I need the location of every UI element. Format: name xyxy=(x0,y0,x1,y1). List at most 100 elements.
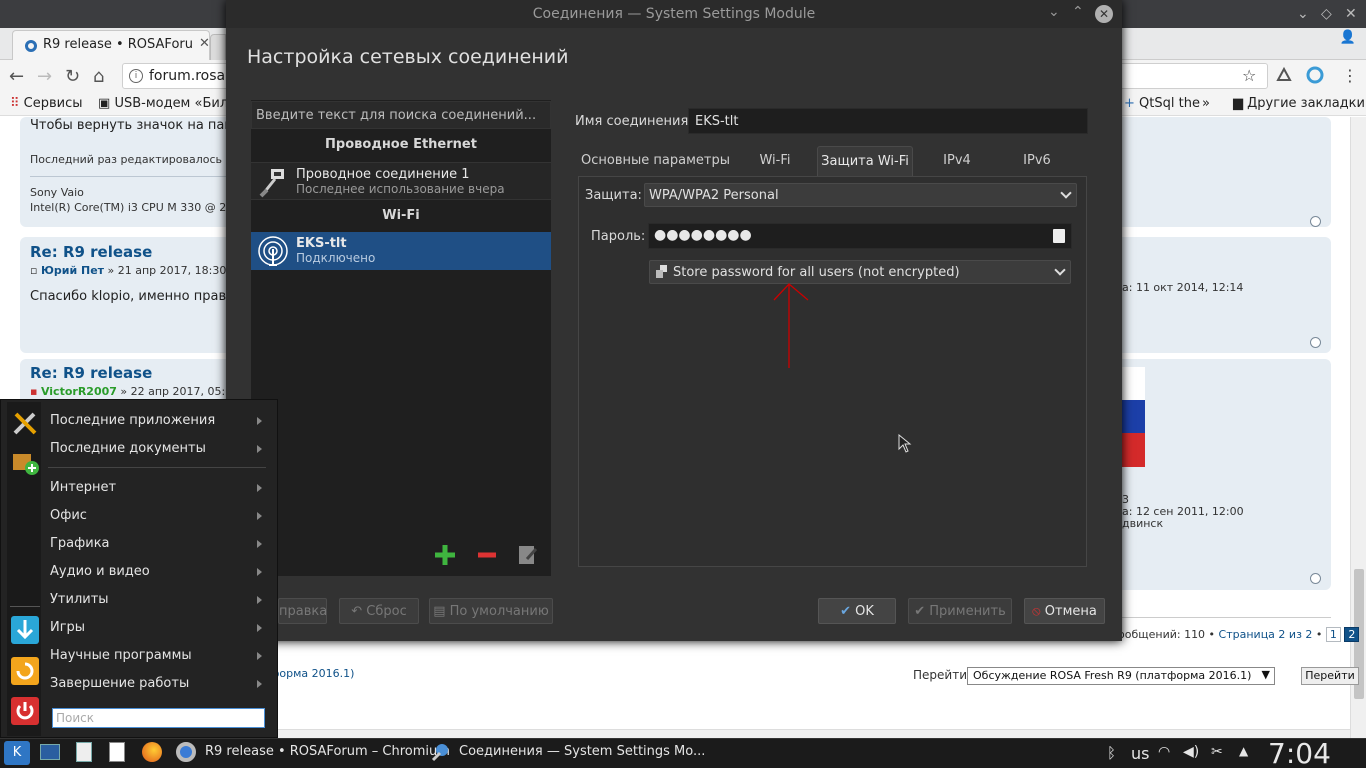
download-icon[interactable] xyxy=(10,615,40,645)
chromium-icon[interactable] xyxy=(176,742,196,762)
back-to-top-icon[interactable] xyxy=(1310,337,1321,348)
connection-name-label: Имя соединения: xyxy=(575,114,693,129)
back-to-top-icon[interactable] xyxy=(1310,216,1321,227)
minimize-icon[interactable]: ⌄ xyxy=(1297,6,1309,22)
settings-tools-icon[interactable] xyxy=(10,408,40,438)
bookmark-other[interactable]: ▆ Другие закладки xyxy=(1233,96,1365,111)
dropdown-arrow-icon: ▼ xyxy=(1261,668,1270,681)
extension-icon[interactable] xyxy=(1275,66,1293,84)
password-input[interactable]: ●●●●●●●● xyxy=(648,223,1072,249)
update-icon[interactable] xyxy=(10,656,40,686)
firefox-icon[interactable] xyxy=(142,742,162,762)
menu-item-science[interactable]: Научные программы xyxy=(50,648,192,663)
bookmarks-more[interactable]: » xyxy=(1202,96,1210,111)
tab-wifi-security[interactable]: Защита Wi-Fi xyxy=(817,146,913,176)
defaults-button[interactable]: ▤ По умолчанию xyxy=(429,598,553,624)
tab-ipv4[interactable]: IPv4 xyxy=(918,146,996,176)
user-icon[interactable]: 👤 xyxy=(1336,30,1360,52)
bluetooth-icon[interactable]: ᛒ xyxy=(1107,744,1116,762)
file-manager-icon[interactable] xyxy=(76,742,92,762)
profile-info: а: 11 окт 2014, 12:14 xyxy=(1122,281,1244,294)
dialog-minimize-icon[interactable]: ⌄ xyxy=(1048,4,1060,20)
cancel-button[interactable]: ⦸ Отмена xyxy=(1024,598,1105,624)
connection-name-input[interactable]: EKS-tlt xyxy=(688,108,1088,134)
show-password-icon[interactable] xyxy=(1053,229,1065,243)
reset-button[interactable]: ↶ Сброс xyxy=(339,598,419,624)
goto-select[interactable]: Обсуждение ROSA Fresh R9 (платформа 2016… xyxy=(967,667,1275,685)
chevron-down-icon xyxy=(1054,264,1066,276)
password-storage-select[interactable]: Store password for all users (not encryp… xyxy=(649,260,1071,284)
ok-button[interactable]: ✔ OK xyxy=(818,598,896,624)
menu-item-recent-docs[interactable]: Последние документы xyxy=(50,441,206,456)
browser-tab-active[interactable]: R9 release • ROSAForu ✕ xyxy=(12,30,210,60)
power-icon[interactable] xyxy=(10,696,40,726)
maximize-icon[interactable]: ◇ xyxy=(1321,6,1332,22)
edit-connection-button[interactable] xyxy=(515,541,539,569)
menu-item-recent-apps[interactable]: Последние приложения xyxy=(50,413,215,428)
tab-close-icon[interactable]: ✕ xyxy=(199,36,209,51)
menu-search-input[interactable]: Поиск xyxy=(52,708,265,728)
help-button[interactable]: правка xyxy=(278,598,327,624)
connection-item-wifi[interactable]: EKS-tlt Подключено xyxy=(251,232,551,270)
clock[interactable]: 7:04 xyxy=(1268,737,1331,768)
menu-item-office[interactable]: Офис xyxy=(50,508,87,523)
info-icon[interactable]: i xyxy=(129,69,143,83)
add-connection-button[interactable] xyxy=(431,541,459,569)
page-scrollbar[interactable] xyxy=(1350,117,1366,738)
software-install-icon[interactable] xyxy=(10,448,40,478)
desktop-icon[interactable] xyxy=(40,744,60,760)
volume-icon[interactable]: ◀) xyxy=(1183,744,1199,760)
post-title[interactable]: Re: R9 release xyxy=(30,364,152,382)
bookmark-star-icon[interactable]: ☆ xyxy=(1242,66,1256,85)
wifi-icon xyxy=(258,236,288,266)
menu-item-utilities[interactable]: Утилиты xyxy=(50,592,109,607)
kde-launcher-icon[interactable]: K xyxy=(4,741,30,765)
text-editor-icon[interactable] xyxy=(109,742,125,762)
keyboard-layout[interactable]: us xyxy=(1131,744,1149,763)
home-icon[interactable]: ⌂ xyxy=(93,66,104,87)
connection-item-wired[interactable]: Проводное соединение 1 Последнее использ… xyxy=(251,162,551,200)
connection-search-input[interactable]: Введите текст для поиска соединений... xyxy=(251,101,551,129)
reload-icon[interactable]: ↻ xyxy=(65,66,80,87)
tray-expand-icon[interactable]: ▲ xyxy=(1239,744,1248,758)
close-icon[interactable]: ✕ xyxy=(1345,6,1357,22)
back-to-top-icon[interactable] xyxy=(1310,573,1321,584)
bookmark-qtsql[interactable]: + QtSql the xyxy=(1124,96,1200,111)
dialog-titlebar: Соединения — System Settings Module xyxy=(226,0,1122,28)
menu-item-multimedia[interactable]: Аудио и видео xyxy=(50,564,150,579)
bookmark-usb-modem[interactable]: ▣ USB-модем «Била xyxy=(98,96,236,111)
extension2-icon[interactable] xyxy=(1306,66,1324,84)
tab-ipv6[interactable]: IPv6 xyxy=(1002,146,1072,176)
back-icon[interactable]: ← xyxy=(9,66,24,87)
task-chromium[interactable]: R9 release • ROSAForum – Chromium xyxy=(205,744,450,759)
network-settings-icon[interactable] xyxy=(430,742,450,762)
menu-dots-icon[interactable]: ⋮ xyxy=(1342,66,1358,85)
security-select[interactable]: WPA/WPA2 Personal xyxy=(644,183,1077,207)
tab-general[interactable]: Основные параметры xyxy=(578,146,733,176)
menu-item-games[interactable]: Игры xyxy=(50,620,85,635)
bookmark-apps[interactable]: ⠿ Сервисы xyxy=(10,96,83,111)
goto-label: Перейти: xyxy=(913,668,972,682)
forum-link[interactable]: форма 2016.1) xyxy=(270,667,354,680)
post-title[interactable]: Re: R9 release xyxy=(30,243,152,261)
post-text: Чтобы вернуть значок на панель xyxy=(30,118,257,133)
menu-item-shutdown[interactable]: Завершение работы xyxy=(50,676,189,691)
dialog-maximize-icon[interactable]: ⌃ xyxy=(1072,4,1084,20)
menu-item-internet[interactable]: Интернет xyxy=(50,480,116,495)
page-1-link[interactable]: 1 xyxy=(1325,627,1341,642)
pager-link[interactable]: Страница 2 из 2 xyxy=(1219,628,1313,641)
folder-icon: ▆ xyxy=(1233,96,1243,111)
remove-connection-button[interactable] xyxy=(475,541,499,569)
menu-item-graphics[interactable]: Графика xyxy=(50,536,110,551)
wifi-tray-icon[interactable]: ◠ xyxy=(1158,744,1170,760)
apply-button[interactable]: ✔ Применить xyxy=(908,598,1012,624)
signature-line: Intel(R) Core(TM) i3 CPU M 330 @ 2.13 xyxy=(30,201,244,214)
forward-icon[interactable]: → xyxy=(37,66,52,87)
scissors-icon[interactable]: ✂ xyxy=(1211,744,1223,760)
new-tab-button[interactable] xyxy=(210,34,226,60)
check-icon: ✔ xyxy=(914,604,926,619)
tab-wifi[interactable]: Wi-Fi xyxy=(738,146,812,176)
goto-button[interactable]: Перейти xyxy=(1301,667,1359,685)
dialog-close-icon[interactable]: ✕ xyxy=(1095,5,1113,23)
task-system-settings[interactable]: Соединения — System Settings Mo... xyxy=(459,744,705,759)
